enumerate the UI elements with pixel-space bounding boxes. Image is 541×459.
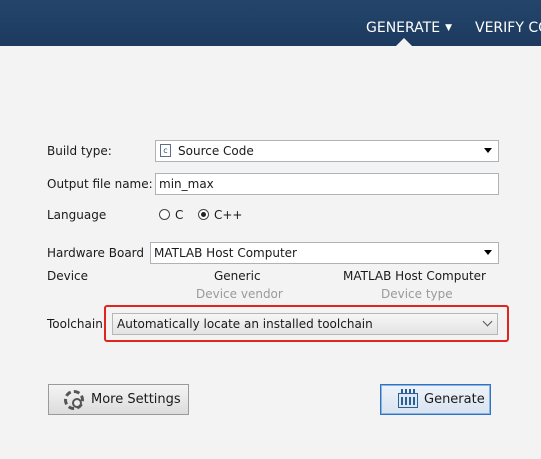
device-vendor-caption: Device vendor [196, 287, 283, 301]
device-type-value: MATLAB Host Computer [343, 269, 486, 283]
chevron-down-icon [482, 316, 493, 327]
generate-label: Generate [424, 392, 485, 407]
radio-c[interactable] [159, 209, 170, 220]
tab-generate-label: GENERATE [366, 20, 441, 36]
radio-selected-dot [201, 212, 206, 217]
build-type-select[interactable]: c Source Code [155, 140, 499, 162]
radio-cpp-label[interactable]: C++ [214, 208, 243, 222]
output-file-label: Output file name: [47, 177, 153, 191]
device-label: Device [47, 269, 89, 283]
toolchain-value: Automatically locate an installed toolch… [117, 317, 373, 331]
radio-c-label[interactable]: C [175, 208, 183, 222]
output-file-input[interactable]: min_max [155, 173, 499, 195]
top-toolbar: GENERATE ▼ VERIFY CO [0, 0, 541, 47]
active-tab-pointer [395, 38, 413, 47]
hardware-board-value: MATLAB Host Computer [154, 246, 297, 260]
toolchain-select[interactable]: Automatically locate an installed toolch… [112, 313, 498, 335]
device-vendor-value: Generic [214, 269, 261, 283]
chevron-down-icon [484, 250, 492, 255]
radio-cpp[interactable] [198, 209, 209, 220]
c-file-icon: c [160, 144, 171, 157]
hardware-board-label: Hardware Board [47, 246, 145, 260]
tab-verify[interactable]: VERIFY CO [475, 0, 541, 46]
language-label: Language [47, 208, 107, 222]
more-settings-label: More Settings [91, 392, 181, 407]
generate-button[interactable]: Generate [380, 384, 491, 415]
toolchain-label: Toolchain [47, 317, 103, 331]
chevron-down-icon [484, 148, 492, 153]
build-type-label: Build type: [47, 144, 112, 158]
tab-verify-label: VERIFY CO [475, 20, 541, 36]
more-settings-button[interactable]: More Settings [48, 384, 189, 415]
hardware-board-select[interactable]: MATLAB Host Computer [150, 242, 499, 264]
chip-icon [398, 389, 418, 408]
output-file-value: min_max [159, 177, 214, 191]
build-type-value: Source Code [178, 144, 254, 158]
device-type-caption: Device type [381, 287, 453, 301]
gear-icon [64, 390, 84, 410]
caret-down-icon: ▼ [445, 23, 452, 33]
